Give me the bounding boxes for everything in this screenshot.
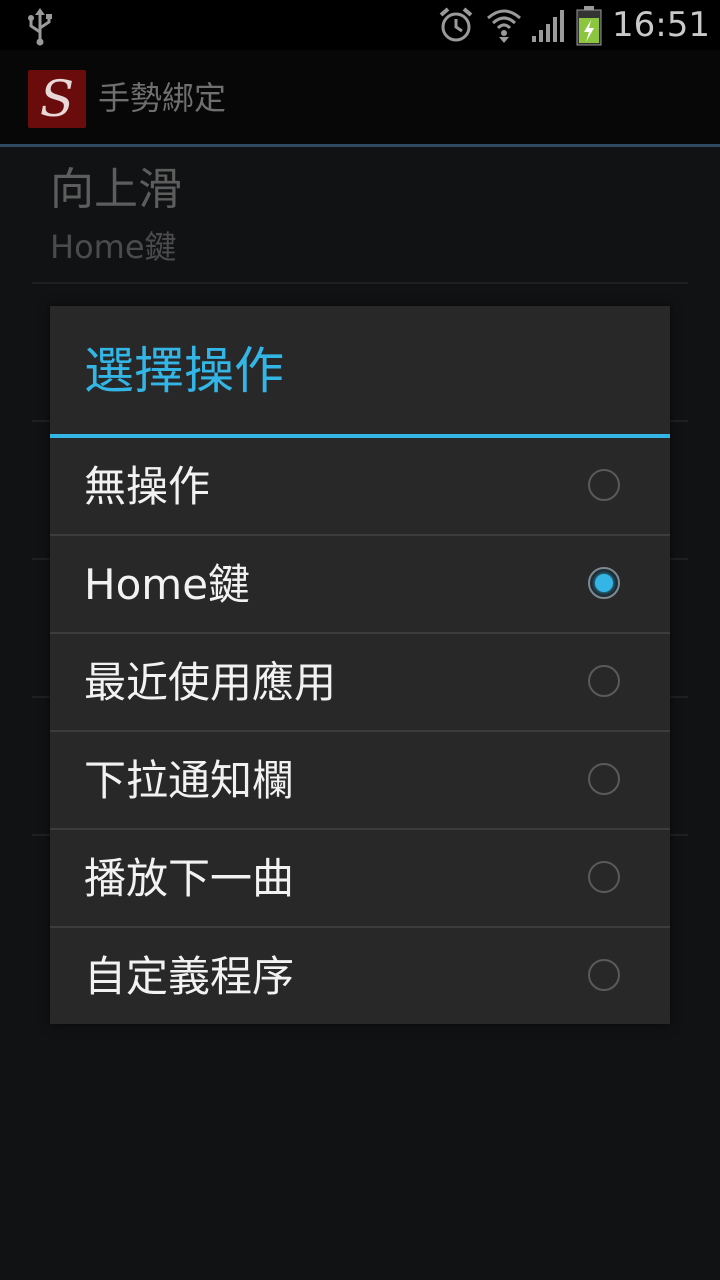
option-label: 下拉通知欄 (84, 756, 295, 805)
preference-summary: Home鍵 (50, 228, 177, 266)
option-label: 自定義程序 (84, 952, 295, 1001)
choose-action-dialog: 選擇操作 無操作 Home鍵 最近使用應用 下拉通知欄 播放下一曲 自定義程序 (50, 306, 670, 1024)
wifi-icon (486, 6, 522, 48)
radio-button[interactable] (588, 959, 620, 991)
option-label: Home鍵 (84, 560, 251, 609)
radio-dot (595, 574, 613, 592)
action-bar: S 手勢綁定 (0, 50, 720, 147)
radio-button-selected[interactable] (588, 567, 620, 599)
option-next-track[interactable]: 播放下一曲 (50, 830, 670, 926)
status-bar: 16:51 (0, 0, 720, 50)
app-icon[interactable]: S (28, 70, 86, 128)
option-label: 最近使用應用 (84, 658, 337, 707)
list-divider (32, 282, 688, 284)
radio-button[interactable] (588, 861, 620, 893)
radio-button[interactable] (588, 763, 620, 795)
screen: 16:51 S 手勢綁定 向上滑 Home鍵 選擇操作 無操作 Home鍵 最近… (0, 0, 720, 1280)
app-title: 手勢綁定 (98, 79, 227, 117)
signal-icon (530, 8, 566, 48)
usb-icon (26, 6, 54, 50)
clock: 16:51 (612, 5, 710, 45)
option-recent-apps[interactable]: 最近使用應用 (50, 634, 670, 730)
option-home-key[interactable]: Home鍵 (50, 536, 670, 632)
option-custom-program[interactable]: 自定義程序 (50, 928, 670, 1024)
option-notification-bar[interactable]: 下拉通知欄 (50, 732, 670, 828)
option-no-action[interactable]: 無操作 (50, 438, 670, 534)
battery-charging-icon (576, 6, 602, 50)
alarm-icon (438, 6, 474, 48)
radio-button[interactable] (588, 469, 620, 501)
preference-title[interactable]: 向上滑 (50, 160, 182, 220)
radio-button[interactable] (588, 665, 620, 697)
option-label: 無操作 (84, 462, 211, 511)
dialog-title: 選擇操作 (84, 342, 284, 400)
option-label: 播放下一曲 (84, 854, 295, 903)
